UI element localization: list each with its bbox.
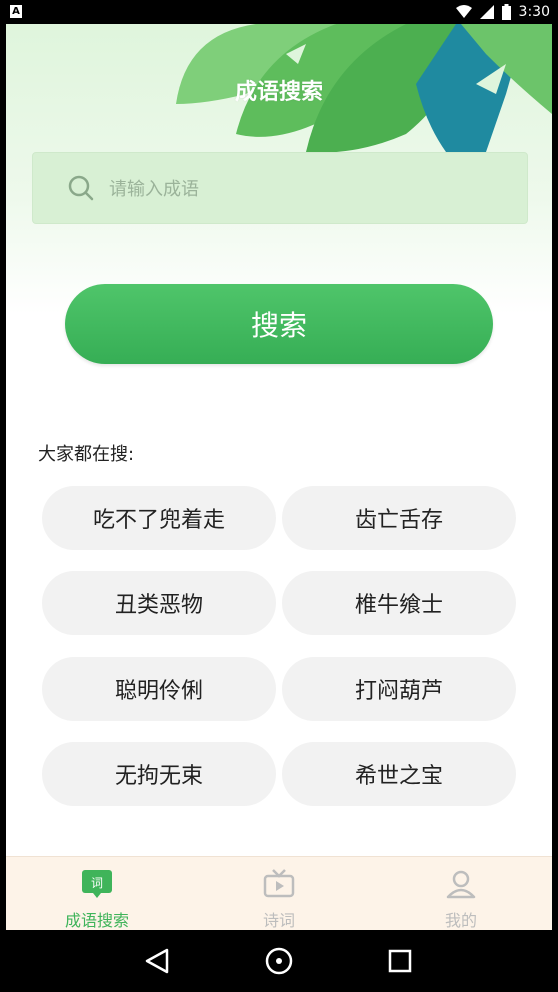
popular-title: 大家都在搜: bbox=[38, 444, 135, 465]
svg-text:词: 词 bbox=[91, 876, 103, 890]
popular-chip-1[interactable]: 吃不了兜着走 bbox=[42, 486, 276, 550]
popular-chip-2[interactable]: 齿亡舌存 bbox=[282, 486, 516, 550]
popular-chip-3[interactable]: 丑类恶物 bbox=[42, 571, 276, 635]
tv-icon bbox=[263, 869, 295, 898]
popular-chip-7[interactable]: 无拘无束 bbox=[42, 742, 276, 806]
home-icon[interactable] bbox=[262, 944, 296, 978]
search-box[interactable] bbox=[32, 152, 528, 225]
popular-chip-6[interactable]: 打闷葫芦 bbox=[282, 657, 516, 721]
search-button[interactable]: 搜索 bbox=[65, 284, 493, 364]
popular-chip-5[interactable]: 聪明伶俐 bbox=[42, 657, 276, 721]
recents-icon[interactable] bbox=[388, 949, 412, 973]
person-icon bbox=[446, 870, 476, 899]
tab-label: 我的 bbox=[444, 911, 477, 930]
tab-mine[interactable]: 我的 bbox=[370, 857, 552, 930]
popular-chip-8[interactable]: 希世之宝 bbox=[282, 742, 516, 806]
tab-label: 诗词 bbox=[262, 911, 295, 930]
system-nav-bar bbox=[0, 930, 558, 992]
wifi-icon bbox=[455, 5, 472, 18]
app-screen: 成语搜索 搜索 大家都在搜: 吃不了兜着走 齿亡舌存 丑类恶物 椎牛飨士 聪明伶… bbox=[6, 24, 552, 930]
tab-poetry[interactable]: 诗词 bbox=[188, 857, 370, 930]
word-icon: 词 bbox=[82, 870, 112, 898]
status-right: 3:30 bbox=[455, 2, 550, 22]
status-time: 3:30 bbox=[518, 4, 550, 20]
status-bar: A 3:30 bbox=[0, 0, 558, 24]
search-icon bbox=[68, 175, 94, 201]
tab-idiom-search[interactable]: 词 成语搜索 bbox=[6, 857, 188, 930]
popular-chip-4[interactable]: 椎牛飨士 bbox=[282, 571, 516, 635]
battery-icon bbox=[501, 4, 511, 20]
back-icon[interactable] bbox=[145, 948, 169, 974]
page-title: 成语搜索 bbox=[234, 80, 323, 105]
notification-a-icon: A bbox=[10, 5, 22, 18]
signal-icon bbox=[479, 5, 494, 19]
search-input[interactable] bbox=[107, 153, 511, 225]
bottom-tab-bar: 词 成语搜索 诗词 我的 bbox=[6, 856, 552, 930]
tab-label: 成语搜索 bbox=[64, 911, 129, 930]
